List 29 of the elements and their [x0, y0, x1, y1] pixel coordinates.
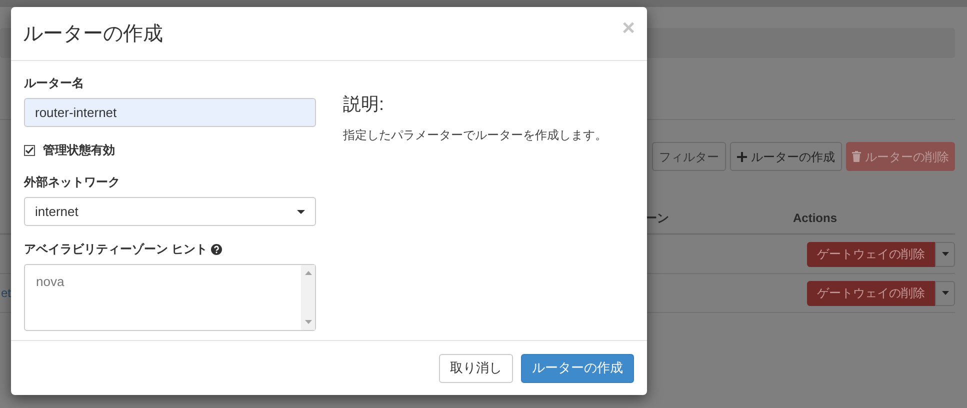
field-label: アベイラビリティーゾーン ヒント	[24, 241, 208, 258]
checkbox[interactable]	[24, 144, 35, 156]
delete-gateway-button[interactable]: ゲートウェイの削除	[807, 280, 935, 306]
network-select[interactable]: internet	[24, 197, 316, 226]
delete-gateway-button[interactable]: ゲートウェイの削除	[807, 242, 935, 266]
plus-icon	[737, 152, 747, 162]
caret-icon	[297, 210, 305, 214]
caret-icon	[942, 291, 948, 295]
zone-hint-field[interactable]: nova	[24, 264, 316, 331]
column-header: Actions	[793, 210, 838, 227]
checkbox-label: 管理状態有効	[43, 142, 115, 159]
field-label: ルーター名	[24, 75, 84, 92]
description-text: 指定したパラメーターでルーターを作成します。	[343, 127, 607, 144]
description-heading: 説明:	[343, 93, 386, 116]
create-router-button[interactable]: ルーターの作成	[521, 354, 634, 382]
scroll-up-icon[interactable]	[304, 271, 312, 275]
dialog-title: ルーターの作成	[23, 22, 163, 46]
dropdown-toggle[interactable]	[935, 242, 955, 266]
router-name-field[interactable]: router-internet	[24, 98, 316, 127]
create-router-button[interactable]: ルーターの作成	[730, 142, 842, 171]
scroll-down-icon[interactable]	[304, 320, 312, 324]
help-icon[interactable]	[211, 244, 222, 254]
filter-button[interactable]: フィルター	[652, 142, 726, 171]
trash-icon	[852, 151, 861, 162]
dropdown-toggle[interactable]	[935, 280, 955, 306]
field-label: 外部ネットワーク	[24, 174, 120, 191]
cancel-button[interactable]: 取り消し	[439, 354, 513, 382]
caret-icon	[942, 252, 948, 256]
scrollbar[interactable]	[301, 265, 315, 330]
